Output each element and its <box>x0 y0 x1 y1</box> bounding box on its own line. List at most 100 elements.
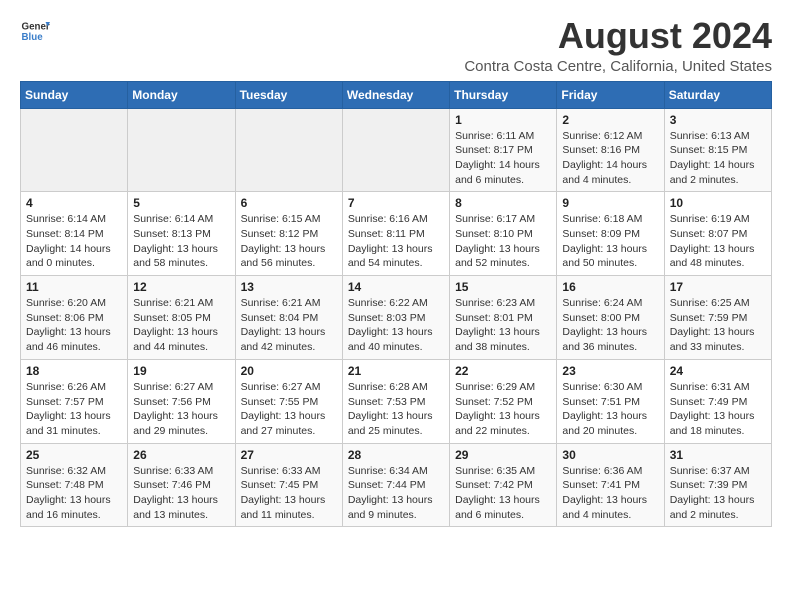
day-info: Sunrise: 6:17 AMSunset: 8:10 PMDaylight:… <box>455 212 551 271</box>
subtitle: Contra Costa Centre, California, United … <box>464 58 772 75</box>
day-number: 22 <box>455 364 551 378</box>
calendar-body: 1 Sunrise: 6:11 AMSunset: 8:17 PMDaylight… <box>21 108 772 527</box>
calendar-cell: 31Sunrise: 6:37 AMSunset: 7:39 PMDayligh… <box>664 443 771 527</box>
day-number: 26 <box>133 448 229 462</box>
title-area: August 2024 Contra Costa Centre, Califor… <box>464 16 772 75</box>
day-info: Sunrise: 6:27 AMSunset: 7:56 PMDaylight:… <box>133 380 229 439</box>
day-info: Sunrise: 6:13 AMSunset: 8:15 PMDaylight:… <box>670 129 766 188</box>
svg-text:Blue: Blue <box>22 32 44 43</box>
calendar-cell: 2Sunrise: 6:12 AMSunset: 8:16 PMDaylight… <box>557 108 664 192</box>
header-cell-sunday: Sunday <box>21 81 128 108</box>
header: General Blue August 2024 Contra Costa Ce… <box>20 16 772 75</box>
header-cell-thursday: Thursday <box>450 81 557 108</box>
day-number: 9 <box>562 196 658 210</box>
day-info: Sunrise: 6:18 AMSunset: 8:09 PMDaylight:… <box>562 212 658 271</box>
day-number: 15 <box>455 280 551 294</box>
day-info: Sunrise: 6:21 AMSunset: 8:04 PMDaylight:… <box>241 296 337 355</box>
logo: General Blue <box>20 16 50 46</box>
day-info: Sunrise: 6:11 AMSunset: 8:17 PMDaylight:… <box>455 129 551 188</box>
calendar-cell: 13 Sunrise: 6:21 AMSunset: 8:04 PMDayligh… <box>235 276 342 360</box>
calendar-cell: 30 Sunrise: 6:36 AMSunset: 7:41 PMDayligh… <box>557 443 664 527</box>
day-info: Sunrise: 6:32 AMSunset: 7:48 PMDaylight:… <box>26 464 122 523</box>
svg-text:General: General <box>22 22 51 33</box>
calendar-cell <box>235 108 342 192</box>
calendar-cell: 6Sunrise: 6:15 AMSunset: 8:12 PMDaylight… <box>235 192 342 276</box>
day-info: Sunrise: 6:19 AMSunset: 8:07 PMDaylight:… <box>670 212 766 271</box>
calendar-cell: 17 Sunrise: 6:25 AMSunset: 7:59 PMDayligh… <box>664 276 771 360</box>
week-row-1: 1 Sunrise: 6:11 AMSunset: 8:17 PMDaylight… <box>21 108 772 192</box>
day-number: 14 <box>348 280 444 294</box>
day-number: 27 <box>241 448 337 462</box>
calendar-cell: 21 Sunrise: 6:28 AMSunset: 7:53 PMDayligh… <box>342 359 449 443</box>
day-info: Sunrise: 6:23 AMSunset: 8:01 PMDaylight:… <box>455 296 551 355</box>
week-row-4: 18 Sunrise: 6:26 AMSunset: 7:57 PMDayligh… <box>21 359 772 443</box>
day-number: 23 <box>562 364 658 378</box>
day-info: Sunrise: 6:30 AMSunset: 7:51 PMDaylight:… <box>562 380 658 439</box>
header-cell-saturday: Saturday <box>664 81 771 108</box>
day-info: Sunrise: 6:22 AMSunset: 8:03 PMDaylight:… <box>348 296 444 355</box>
day-info: Sunrise: 6:16 AMSunset: 8:11 PMDaylight:… <box>348 212 444 271</box>
day-number: 1 <box>455 113 551 127</box>
calendar-cell: 5 Sunrise: 6:14 AMSunset: 8:13 PMDaylight… <box>128 192 235 276</box>
day-number: 13 <box>241 280 337 294</box>
day-info: Sunrise: 6:37 AMSunset: 7:39 PMDaylight:… <box>670 464 766 523</box>
day-info: Sunrise: 6:33 AMSunset: 7:45 PMDaylight:… <box>241 464 337 523</box>
calendar-cell: 16 Sunrise: 6:24 AMSunset: 8:00 PMDayligh… <box>557 276 664 360</box>
day-info: Sunrise: 6:31 AMSunset: 7:49 PMDaylight:… <box>670 380 766 439</box>
day-info: Sunrise: 6:35 AMSunset: 7:42 PMDaylight:… <box>455 464 551 523</box>
calendar-cell: 29 Sunrise: 6:35 AMSunset: 7:42 PMDayligh… <box>450 443 557 527</box>
main-title: August 2024 <box>464 16 772 56</box>
day-info: Sunrise: 6:14 AMSunset: 8:13 PMDaylight:… <box>133 212 229 271</box>
day-info: Sunrise: 6:20 AMSunset: 8:06 PMDaylight:… <box>26 296 122 355</box>
calendar-cell: 14 Sunrise: 6:22 AMSunset: 8:03 PMDayligh… <box>342 276 449 360</box>
calendar-cell: 3Sunrise: 6:13 AMSunset: 8:15 PMDaylight… <box>664 108 771 192</box>
day-info: Sunrise: 6:24 AMSunset: 8:00 PMDaylight:… <box>562 296 658 355</box>
header-cell-friday: Friday <box>557 81 664 108</box>
day-number: 19 <box>133 364 229 378</box>
day-info: Sunrise: 6:29 AMSunset: 7:52 PMDaylight:… <box>455 380 551 439</box>
calendar-cell: 1 Sunrise: 6:11 AMSunset: 8:17 PMDaylight… <box>450 108 557 192</box>
calendar-cell: 19 Sunrise: 6:27 AMSunset: 7:56 PMDayligh… <box>128 359 235 443</box>
calendar-cell: 28Sunrise: 6:34 AMSunset: 7:44 PMDayligh… <box>342 443 449 527</box>
day-number: 18 <box>26 364 122 378</box>
day-info: Sunrise: 6:14 AMSunset: 8:14 PMDaylight:… <box>26 212 122 271</box>
header-cell-tuesday: Tuesday <box>235 81 342 108</box>
calendar-cell: 8Sunrise: 6:17 AMSunset: 8:10 PMDaylight… <box>450 192 557 276</box>
logo-icon: General Blue <box>20 16 50 46</box>
header-cell-wednesday: Wednesday <box>342 81 449 108</box>
day-info: Sunrise: 6:26 AMSunset: 7:57 PMDaylight:… <box>26 380 122 439</box>
day-info: Sunrise: 6:25 AMSunset: 7:59 PMDaylight:… <box>670 296 766 355</box>
day-info: Sunrise: 6:27 AMSunset: 7:55 PMDaylight:… <box>241 380 337 439</box>
calendar-cell: 9 Sunrise: 6:18 AMSunset: 8:09 PMDaylight… <box>557 192 664 276</box>
day-number: 29 <box>455 448 551 462</box>
day-number: 24 <box>670 364 766 378</box>
day-info: Sunrise: 6:33 AMSunset: 7:46 PMDaylight:… <box>133 464 229 523</box>
calendar-cell: 22 Sunrise: 6:29 AMSunset: 7:52 PMDayligh… <box>450 359 557 443</box>
calendar-cell <box>128 108 235 192</box>
day-number: 25 <box>26 448 122 462</box>
calendar-cell: 18 Sunrise: 6:26 AMSunset: 7:57 PMDayligh… <box>21 359 128 443</box>
week-row-2: 4 Sunrise: 6:14 AMSunset: 8:14 PMDaylight… <box>21 192 772 276</box>
day-number: 17 <box>670 280 766 294</box>
day-number: 2 <box>562 113 658 127</box>
calendar-cell: 20 Sunrise: 6:27 AMSunset: 7:55 PMDayligh… <box>235 359 342 443</box>
header-row: SundayMondayTuesdayWednesdayThursdayFrid… <box>21 81 772 108</box>
calendar-cell <box>342 108 449 192</box>
day-number: 21 <box>348 364 444 378</box>
day-number: 5 <box>133 196 229 210</box>
day-info: Sunrise: 6:15 AMSunset: 8:12 PMDaylight:… <box>241 212 337 271</box>
day-number: 11 <box>26 280 122 294</box>
calendar-cell: 25 Sunrise: 6:32 AMSunset: 7:48 PMDayligh… <box>21 443 128 527</box>
calendar-cell: 7Sunrise: 6:16 AMSunset: 8:11 PMDaylight… <box>342 192 449 276</box>
day-number: 10 <box>670 196 766 210</box>
day-info: Sunrise: 6:28 AMSunset: 7:53 PMDaylight:… <box>348 380 444 439</box>
day-number: 20 <box>241 364 337 378</box>
day-info: Sunrise: 6:36 AMSunset: 7:41 PMDaylight:… <box>562 464 658 523</box>
calendar-cell: 27 Sunrise: 6:33 AMSunset: 7:45 PMDayligh… <box>235 443 342 527</box>
day-number: 16 <box>562 280 658 294</box>
day-number: 4 <box>26 196 122 210</box>
day-number: 30 <box>562 448 658 462</box>
header-cell-monday: Monday <box>128 81 235 108</box>
calendar-header: SundayMondayTuesdayWednesdayThursdayFrid… <box>21 81 772 108</box>
calendar-cell: 11 Sunrise: 6:20 AMSunset: 8:06 PMDayligh… <box>21 276 128 360</box>
